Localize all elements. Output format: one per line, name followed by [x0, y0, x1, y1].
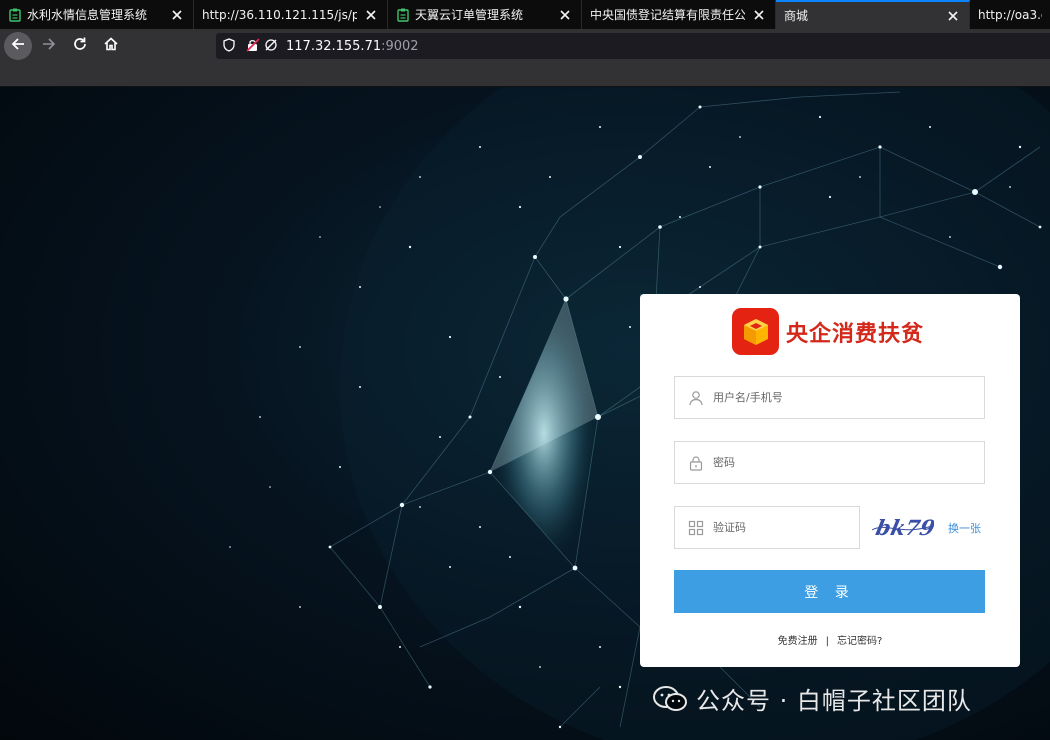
- url-bar[interactable]: 117.32.155.71:9002: [216, 33, 1050, 59]
- brand-logo-icon: [732, 308, 779, 355]
- link-separator: |: [825, 636, 830, 647]
- close-icon[interactable]: [945, 8, 961, 24]
- arrow-right-icon: [41, 36, 57, 56]
- refresh-captcha-link[interactable]: 换一张: [948, 520, 981, 536]
- tab-2[interactable]: http://36.110.121.115/js/portrait: [194, 0, 388, 29]
- navigation-toolbar: 117.32.155.71:9002: [0, 29, 1050, 63]
- forward-button[interactable]: [35, 32, 63, 60]
- forgot-password-link[interactable]: 忘记密码?: [837, 636, 882, 647]
- home-icon: [103, 36, 119, 56]
- watermark: 公众号 · 白帽子社区团队: [652, 681, 972, 716]
- close-icon[interactable]: [557, 7, 573, 23]
- tab-title: 中央国债登记结算有限责任公司: [590, 8, 745, 22]
- back-button[interactable]: [4, 32, 32, 60]
- tab-title: http://oa3.chin: [978, 7, 1042, 22]
- tab-strip: 水利水情信息管理系统 http://36.110.121.115/js/port…: [0, 0, 1050, 29]
- svg-text:bk79: bk79: [873, 516, 934, 541]
- wechat-icon: [653, 685, 687, 711]
- lock-icon: [687, 454, 705, 472]
- username-input[interactable]: [713, 391, 953, 404]
- register-link[interactable]: 免费注册: [778, 636, 818, 647]
- home-button[interactable]: [97, 32, 125, 60]
- reload-button[interactable]: [66, 32, 94, 60]
- page-viewport: 央企消费扶贫 bk79 换一张 登 录 免费注册 | 忘记密码?: [0, 87, 1050, 740]
- captcha-input[interactable]: [713, 521, 843, 534]
- brand-name: 央企消费扶贫: [786, 321, 925, 347]
- close-icon[interactable]: [363, 7, 379, 23]
- tab-1[interactable]: 水利水情信息管理系统: [0, 0, 194, 29]
- permissions-icon[interactable]: [264, 37, 278, 56]
- clipboard-icon: [8, 8, 22, 22]
- insecure-lock-icon[interactable]: [246, 37, 260, 56]
- clipboard-icon: [396, 8, 410, 22]
- password-field[interactable]: [674, 441, 985, 484]
- reload-icon: [72, 36, 88, 56]
- tab-4[interactable]: 中央国债登记结算有限责任公司: [582, 0, 776, 29]
- watermark-text: 公众号 · 白帽子社区团队: [696, 687, 972, 715]
- tab-6[interactable]: http://oa3.chin: [970, 0, 1050, 29]
- tab-3[interactable]: 天翼云订单管理系统: [388, 0, 582, 29]
- captcha-field[interactable]: [674, 506, 860, 549]
- url-port: :9002: [381, 38, 419, 54]
- user-icon: [687, 389, 705, 407]
- login-panel: 央企消费扶贫 bk79 换一张 登 录 免费注册 | 忘记密码?: [640, 294, 1020, 667]
- arrow-left-icon: [10, 36, 26, 56]
- tab-title: 商城: [784, 9, 809, 23]
- url-host: 117.32.155.71: [286, 38, 382, 54]
- grid-icon: [687, 519, 705, 537]
- tab-5-active[interactable]: 商城: [776, 0, 970, 29]
- tab-title: http://36.110.121.115/js/portrait: [202, 7, 357, 22]
- brand: 央企消费扶贫: [732, 308, 924, 355]
- close-icon[interactable]: [169, 7, 185, 23]
- auth-links: 免费注册 | 忘记密码?: [640, 632, 1020, 647]
- password-input[interactable]: [713, 456, 953, 469]
- login-button[interactable]: 登 录: [674, 570, 985, 613]
- close-icon[interactable]: [751, 7, 767, 23]
- shield-icon[interactable]: [222, 37, 236, 56]
- tab-title: 天翼云订单管理系统: [415, 8, 524, 22]
- bookmarks-bar: [0, 63, 1050, 87]
- tab-title: 水利水情信息管理系统: [27, 8, 148, 22]
- captcha-image[interactable]: bk79: [870, 510, 934, 544]
- username-field[interactable]: [674, 376, 985, 419]
